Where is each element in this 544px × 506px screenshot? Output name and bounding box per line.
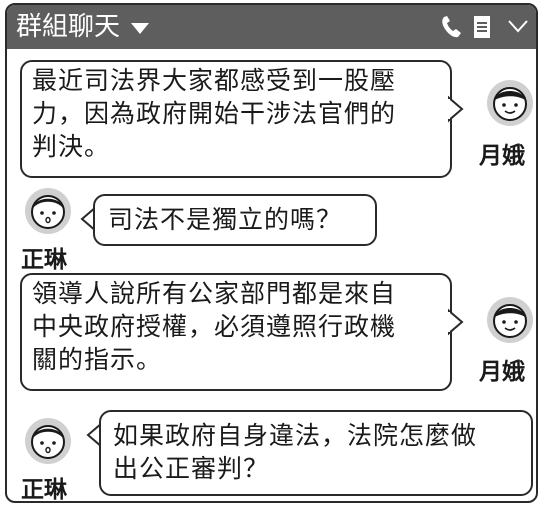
bubble-tail: [448, 308, 464, 336]
chevron-down-icon[interactable]: [507, 14, 529, 40]
avatar-yuee: [487, 80, 533, 126]
menu-icon[interactable]: [473, 14, 491, 40]
message-text: 如果政府自身違法，法院怎麼做 出公正審判？: [113, 421, 478, 483]
message-text: 司法不是獨立的嗎？: [108, 205, 343, 234]
sender-name: 月娥: [479, 359, 525, 385]
avatar-yuee: [487, 297, 533, 343]
sender-name: 正琳: [21, 477, 67, 503]
avatar-zhenglin: [25, 188, 71, 234]
title-bar: 群組聊天: [7, 5, 536, 49]
phone-icon[interactable]: [439, 14, 463, 40]
sender-name: 正琳: [21, 247, 67, 273]
caret-down-icon[interactable]: [131, 23, 149, 34]
message-text: 領導人說所有公家部門都是來自 中央政府授權，必須遵照行政機 關的指示。: [32, 279, 397, 374]
bubble-tail: [448, 95, 464, 123]
avatar-zhenglin: [25, 418, 71, 464]
chat-window: 群組聊天 最近司法界大家都感受到一股壓 力，因為政府開始干涉法官們的 判決。 月: [5, 3, 538, 503]
chat-title: 群組聊天: [16, 12, 121, 42]
message-text: 最近司法界大家都感受到一股壓 力，因為政府開始干涉法官們的 判決。: [32, 66, 397, 161]
sender-name: 月娥: [479, 143, 525, 169]
